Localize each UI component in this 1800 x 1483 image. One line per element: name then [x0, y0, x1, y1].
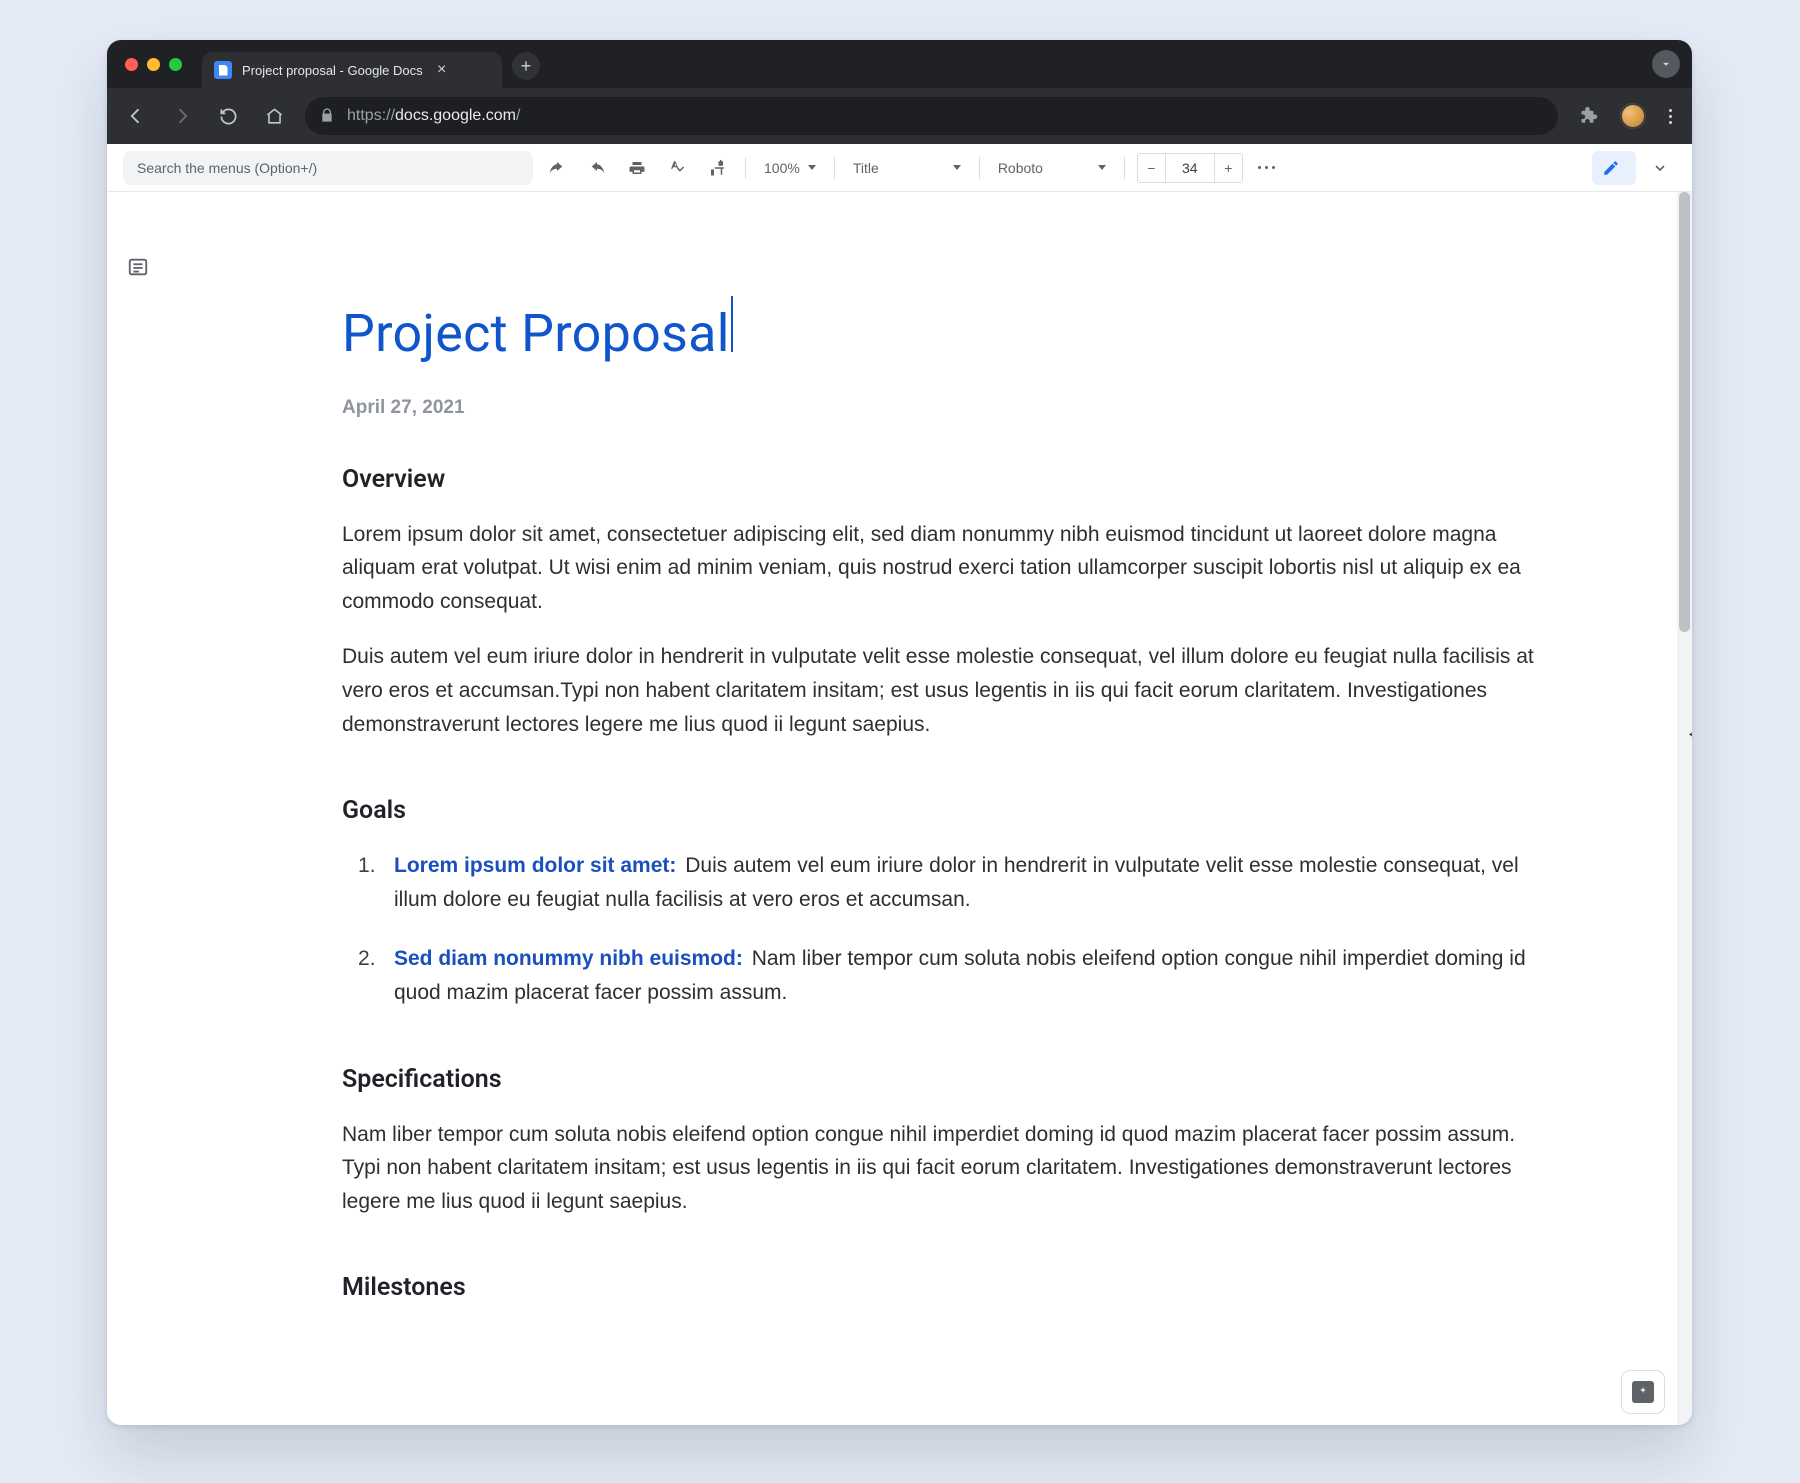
caret-down-icon [953, 165, 961, 170]
address-bar[interactable]: https://docs.google.com/ [305, 97, 1558, 135]
divider [1124, 157, 1125, 179]
docs-toolbar: Search the menus (Option+/) 100% [107, 144, 1692, 192]
editing-mode-button[interactable] [1592, 151, 1636, 185]
paint-format-button[interactable] [701, 152, 733, 184]
font-family-value: Roboto [998, 160, 1043, 176]
toolbar-more-button[interactable] [1251, 152, 1283, 184]
resize-cursor-icon: ↔ [1686, 724, 1692, 742]
font-size-input[interactable]: 34 [1166, 160, 1214, 176]
document-area: Project Proposal April 27, 2021 Overview… [107, 192, 1692, 1425]
redo-button[interactable] [581, 152, 613, 184]
browser-tab[interactable]: Project proposal - Google Docs × [202, 52, 502, 88]
extensions-button[interactable] [1574, 101, 1604, 131]
forward-button[interactable] [167, 101, 197, 131]
heading-milestones[interactable]: Milestones [342, 1268, 1556, 1308]
font-size-decrease-button[interactable]: − [1138, 154, 1166, 182]
paragraph-style-value: Title [853, 160, 879, 176]
tab-close-button[interactable]: × [433, 61, 451, 79]
reload-button[interactable] [213, 101, 243, 131]
heading-overview[interactable]: Overview [342, 460, 1556, 500]
address-bar-url: https://docs.google.com/ [347, 107, 520, 125]
font-size-stepper: − 34 + [1137, 153, 1243, 183]
paragraph-style-dropdown[interactable]: Title [847, 152, 967, 184]
profile-avatar[interactable] [1620, 103, 1646, 129]
font-family-dropdown[interactable]: Roboto [992, 152, 1112, 184]
back-button[interactable] [121, 101, 151, 131]
goals-list: Lorem ipsum dolor sit amet: Duis autem v… [342, 849, 1556, 1009]
undo-button[interactable] [541, 152, 573, 184]
window-close-button[interactable] [125, 58, 138, 71]
divider [745, 157, 746, 179]
window-traffic-lights [125, 58, 182, 71]
browser-toolbar: https://docs.google.com/ [107, 88, 1692, 144]
pencil-icon [1602, 159, 1620, 177]
browser-tab-title: Project proposal - Google Docs [242, 63, 423, 78]
sparkle-icon [1632, 1381, 1654, 1403]
font-size-increase-button[interactable]: + [1214, 154, 1242, 182]
home-button[interactable] [259, 101, 289, 131]
new-tab-button[interactable]: + [512, 52, 540, 80]
heading-specifications[interactable]: Specifications [342, 1060, 1556, 1100]
caret-down-icon [1098, 165, 1106, 170]
incognito-indicator[interactable] [1652, 50, 1680, 78]
menu-search-placeholder: Search the menus (Option+/) [137, 160, 317, 176]
window-minimize-button[interactable] [147, 58, 160, 71]
goal-lead: Sed diam nonummy nibh euismod: [394, 947, 743, 970]
doc-date[interactable]: April 27, 2021 [342, 393, 1556, 423]
divider [979, 157, 980, 179]
browser-window: Project proposal - Google Docs × + [107, 40, 1692, 1425]
docs-favicon-icon [214, 61, 232, 79]
spellcheck-button[interactable] [661, 152, 693, 184]
zoom-value: 100% [764, 160, 800, 176]
paragraph[interactable]: Nam liber tempor cum soluta nobis eleife… [342, 1118, 1556, 1219]
divider [834, 157, 835, 179]
list-item[interactable]: Lorem ipsum dolor sit amet: Duis autem v… [394, 849, 1556, 916]
paragraph[interactable]: Duis autem vel eum iriure dolor in hendr… [342, 640, 1556, 741]
goal-lead: Lorem ipsum dolor sit amet: [394, 854, 676, 877]
document-page[interactable]: Project Proposal April 27, 2021 Overview… [282, 216, 1646, 1425]
paragraph[interactable]: Lorem ipsum dolor sit amet, consectetuer… [342, 518, 1556, 619]
heading-goals[interactable]: Goals [342, 791, 1556, 831]
explore-button[interactable] [1622, 1371, 1664, 1413]
print-button[interactable] [621, 152, 653, 184]
window-maximize-button[interactable] [169, 58, 182, 71]
browser-menu-button[interactable] [1662, 109, 1678, 124]
lock-icon [319, 107, 337, 125]
scrollbar-thumb[interactable] [1679, 192, 1690, 632]
caret-down-icon [808, 165, 816, 170]
browser-tabstrip: Project proposal - Google Docs × + [107, 40, 1692, 88]
doc-title[interactable]: Project Proposal [342, 292, 730, 375]
list-item[interactable]: Sed diam nonummy nibh euismod: Nam liber… [394, 942, 1556, 1009]
menu-search-input[interactable]: Search the menus (Option+/) [123, 151, 533, 185]
vertical-scrollbar[interactable] [1677, 192, 1692, 1425]
zoom-dropdown[interactable]: 100% [758, 152, 822, 184]
hide-toolbar-button[interactable] [1644, 152, 1676, 184]
